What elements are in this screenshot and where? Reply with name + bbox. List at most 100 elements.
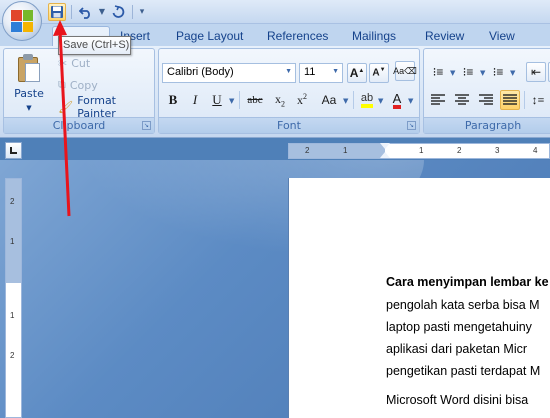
font-size-value: 11 xyxy=(304,66,316,78)
clipboard-group-title: Clipboard xyxy=(4,117,154,133)
font-size-dropdown-icon[interactable]: ▼ xyxy=(332,68,339,75)
first-line-indent-marker[interactable] xyxy=(380,143,390,149)
clear-formatting-icon: Aa⌫ xyxy=(393,65,417,76)
ruler-label: 3 xyxy=(495,146,500,155)
subscript-button[interactable]: x2 xyxy=(270,90,290,110)
font-group: Calibri (Body) ▼ 11 ▼ A▲ A▼ Aa⌫ B I U ▼ … xyxy=(158,48,420,134)
font-name-dropdown-icon[interactable]: ▼ xyxy=(285,68,292,75)
ruler-label: 2 xyxy=(457,146,462,155)
ruler-label: 4 xyxy=(533,146,538,155)
font-color-icon: A xyxy=(392,92,402,109)
font-group-title: Font xyxy=(159,117,419,133)
multilevel-list-icon: ⁝≡ xyxy=(492,65,504,79)
align-left-button[interactable] xyxy=(428,90,448,110)
word-window: ▼ ▾ Insert Page Layout References Mailin… xyxy=(0,0,550,418)
italic-button[interactable]: I xyxy=(185,90,205,110)
change-case-button[interactable]: Aa xyxy=(317,90,341,110)
italic-icon: I xyxy=(192,92,198,107)
strikethrough-icon: abc xyxy=(247,94,263,106)
bullets-icon: ⁝≡ xyxy=(432,65,444,79)
clipboard-dialog-launcher-icon[interactable]: ↘ xyxy=(142,121,151,130)
strikethrough-button[interactable]: abc xyxy=(243,90,267,110)
paste-button[interactable]: Paste ▼ xyxy=(10,53,48,113)
office-logo-icon xyxy=(11,10,33,32)
align-right-button[interactable] xyxy=(476,90,496,110)
cut-label: Cut xyxy=(71,56,91,70)
justify-button[interactable] xyxy=(500,90,520,110)
shrink-font-button[interactable]: A▼ xyxy=(369,63,389,83)
font-color-button[interactable]: A xyxy=(387,90,407,110)
font-size-box[interactable]: 11 ▼ xyxy=(299,63,343,83)
change-case-dropdown-icon[interactable]: ▼ xyxy=(343,97,348,105)
redo-icon xyxy=(112,4,125,18)
document-line: aplikasi dari paketan Micr xyxy=(386,342,528,356)
cut-button[interactable]: ✂ Cut xyxy=(58,54,90,72)
save-button[interactable] xyxy=(48,2,66,21)
document-line: pengetikan pasti terdapat M xyxy=(386,364,541,378)
copy-button[interactable]: ⧉ Copy xyxy=(58,76,98,94)
document-page[interactable]: Cara menyimpan lembar ke pengolah kata s… xyxy=(288,178,550,418)
tab-review[interactable]: Review xyxy=(417,27,472,45)
font-name-box[interactable]: Calibri (Body) ▼ xyxy=(162,63,296,83)
tab-page-layout[interactable]: Page Layout xyxy=(168,27,251,45)
numbering-button[interactable]: ⁝≡ xyxy=(458,62,478,82)
bullets-button[interactable]: ⁝≡ xyxy=(428,62,448,82)
font-name-value: Calibri (Body) xyxy=(167,66,234,78)
undo-dropdown-icon[interactable]: ▼ xyxy=(98,7,106,16)
underline-icon: U xyxy=(212,92,222,107)
paste-icon xyxy=(16,53,42,83)
tab-mailings[interactable]: Mailings xyxy=(344,27,404,45)
paragraph-divider xyxy=(524,91,525,109)
undo-button[interactable] xyxy=(77,3,95,21)
paragraph-group-title: Paragraph xyxy=(424,117,550,133)
clear-formatting-button[interactable]: Aa⌫ xyxy=(393,61,417,81)
multilevel-list-dropdown-icon[interactable]: ▼ xyxy=(510,69,515,77)
line-spacing-icon: ↕≡ xyxy=(531,92,545,107)
tab-references[interactable]: References xyxy=(259,27,336,45)
decrease-indent-icon: ⇤ xyxy=(530,64,542,79)
document-line: Microsoft Word disini bisa xyxy=(386,393,529,407)
paragraph-group: ⁝≡ ▼ ⁝≡ ▼ ⁝≡ ▼ ⇤ ⇥ ↕≡ Paragraph xyxy=(423,48,550,134)
scissors-icon: ✂ xyxy=(58,56,68,70)
highlight-button[interactable]: ab xyxy=(357,90,377,110)
redo-button[interactable] xyxy=(109,3,127,21)
paste-dropdown-icon[interactable]: ▼ xyxy=(26,104,31,112)
ruler-label: 2 xyxy=(10,351,15,360)
document-line: pengolah kata serba bisa M xyxy=(386,298,540,312)
decrease-indent-button[interactable]: ⇤ xyxy=(526,62,546,82)
tab-selector-button[interactable] xyxy=(5,142,22,159)
font-color-dropdown-icon[interactable]: ▼ xyxy=(408,97,413,105)
clipboard-group: Paste ▼ ✂ Cut ⧉ Copy 🖌 Format Painter Cl… xyxy=(3,48,155,134)
hanging-indent-marker[interactable] xyxy=(380,152,390,158)
font-divider xyxy=(239,91,240,109)
align-center-button[interactable] xyxy=(452,90,472,110)
align-left-icon xyxy=(431,94,445,105)
document-title-line: Cara menyimpan lembar ke xyxy=(386,275,549,289)
ribbon: Paste ▼ ✂ Cut ⧉ Copy 🖌 Format Painter Cl… xyxy=(0,46,550,138)
underline-dropdown-icon[interactable]: ▼ xyxy=(229,97,234,105)
ruler-label: 1 xyxy=(343,146,348,155)
line-spacing-button[interactable]: ↕≡ xyxy=(528,90,548,110)
font-dialog-launcher-icon[interactable]: ↘ xyxy=(407,121,416,130)
bullets-dropdown-icon[interactable]: ▼ xyxy=(450,69,455,77)
left-tab-icon xyxy=(10,147,17,154)
ruler-margin-top xyxy=(6,179,21,283)
undo-icon xyxy=(79,6,90,19)
superscript-button[interactable]: x2 xyxy=(292,90,312,110)
highlight-dropdown-icon[interactable]: ▼ xyxy=(378,97,383,105)
numbering-dropdown-icon[interactable]: ▼ xyxy=(480,69,485,77)
horizontal-ruler[interactable]: 2 1 1 2 3 4 xyxy=(288,143,550,159)
bold-button[interactable]: B xyxy=(163,90,183,110)
grow-font-button[interactable]: A▲ xyxy=(347,63,367,83)
ruler-label: 1 xyxy=(10,237,15,246)
format-painter-button[interactable]: 🖌 Format Painter xyxy=(58,94,154,120)
customize-qat-icon[interactable]: ▾ xyxy=(138,7,146,17)
qat-divider xyxy=(71,4,72,19)
underline-button[interactable]: U xyxy=(207,90,227,110)
office-button[interactable] xyxy=(2,1,42,41)
ruler-label: 2 xyxy=(10,197,15,206)
vertical-ruler[interactable]: 2 1 1 2 xyxy=(5,178,22,418)
multilevel-list-button[interactable]: ⁝≡ xyxy=(488,62,508,82)
copy-icon: ⧉ xyxy=(58,78,66,91)
tab-view[interactable]: View xyxy=(481,27,523,45)
